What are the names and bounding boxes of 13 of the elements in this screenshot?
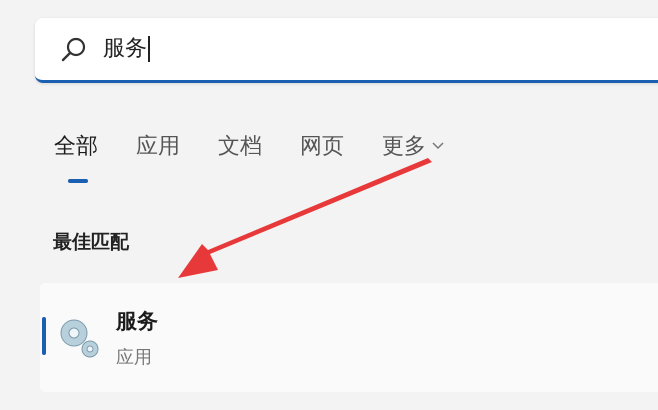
section-title: 最佳匹配 (53, 230, 130, 255)
filter-tab[interactable]: 网页 (300, 131, 344, 183)
result-title: 服务 (116, 308, 158, 334)
result-item[interactable]: 服务 应用 (40, 283, 658, 392)
filter-tab[interactable]: 应用 (136, 131, 180, 183)
filter-tab[interactable]: 更多 (382, 131, 444, 183)
search-text: 服务 (103, 36, 150, 62)
chevron-down-icon (432, 142, 444, 150)
result-type: 应用 (116, 346, 153, 368)
search-icon (61, 36, 87, 62)
filter-tab[interactable]: 文档 (218, 131, 262, 183)
filter-tab[interactable]: 全部 (54, 131, 98, 183)
search-field[interactable]: 服务 (35, 18, 658, 83)
